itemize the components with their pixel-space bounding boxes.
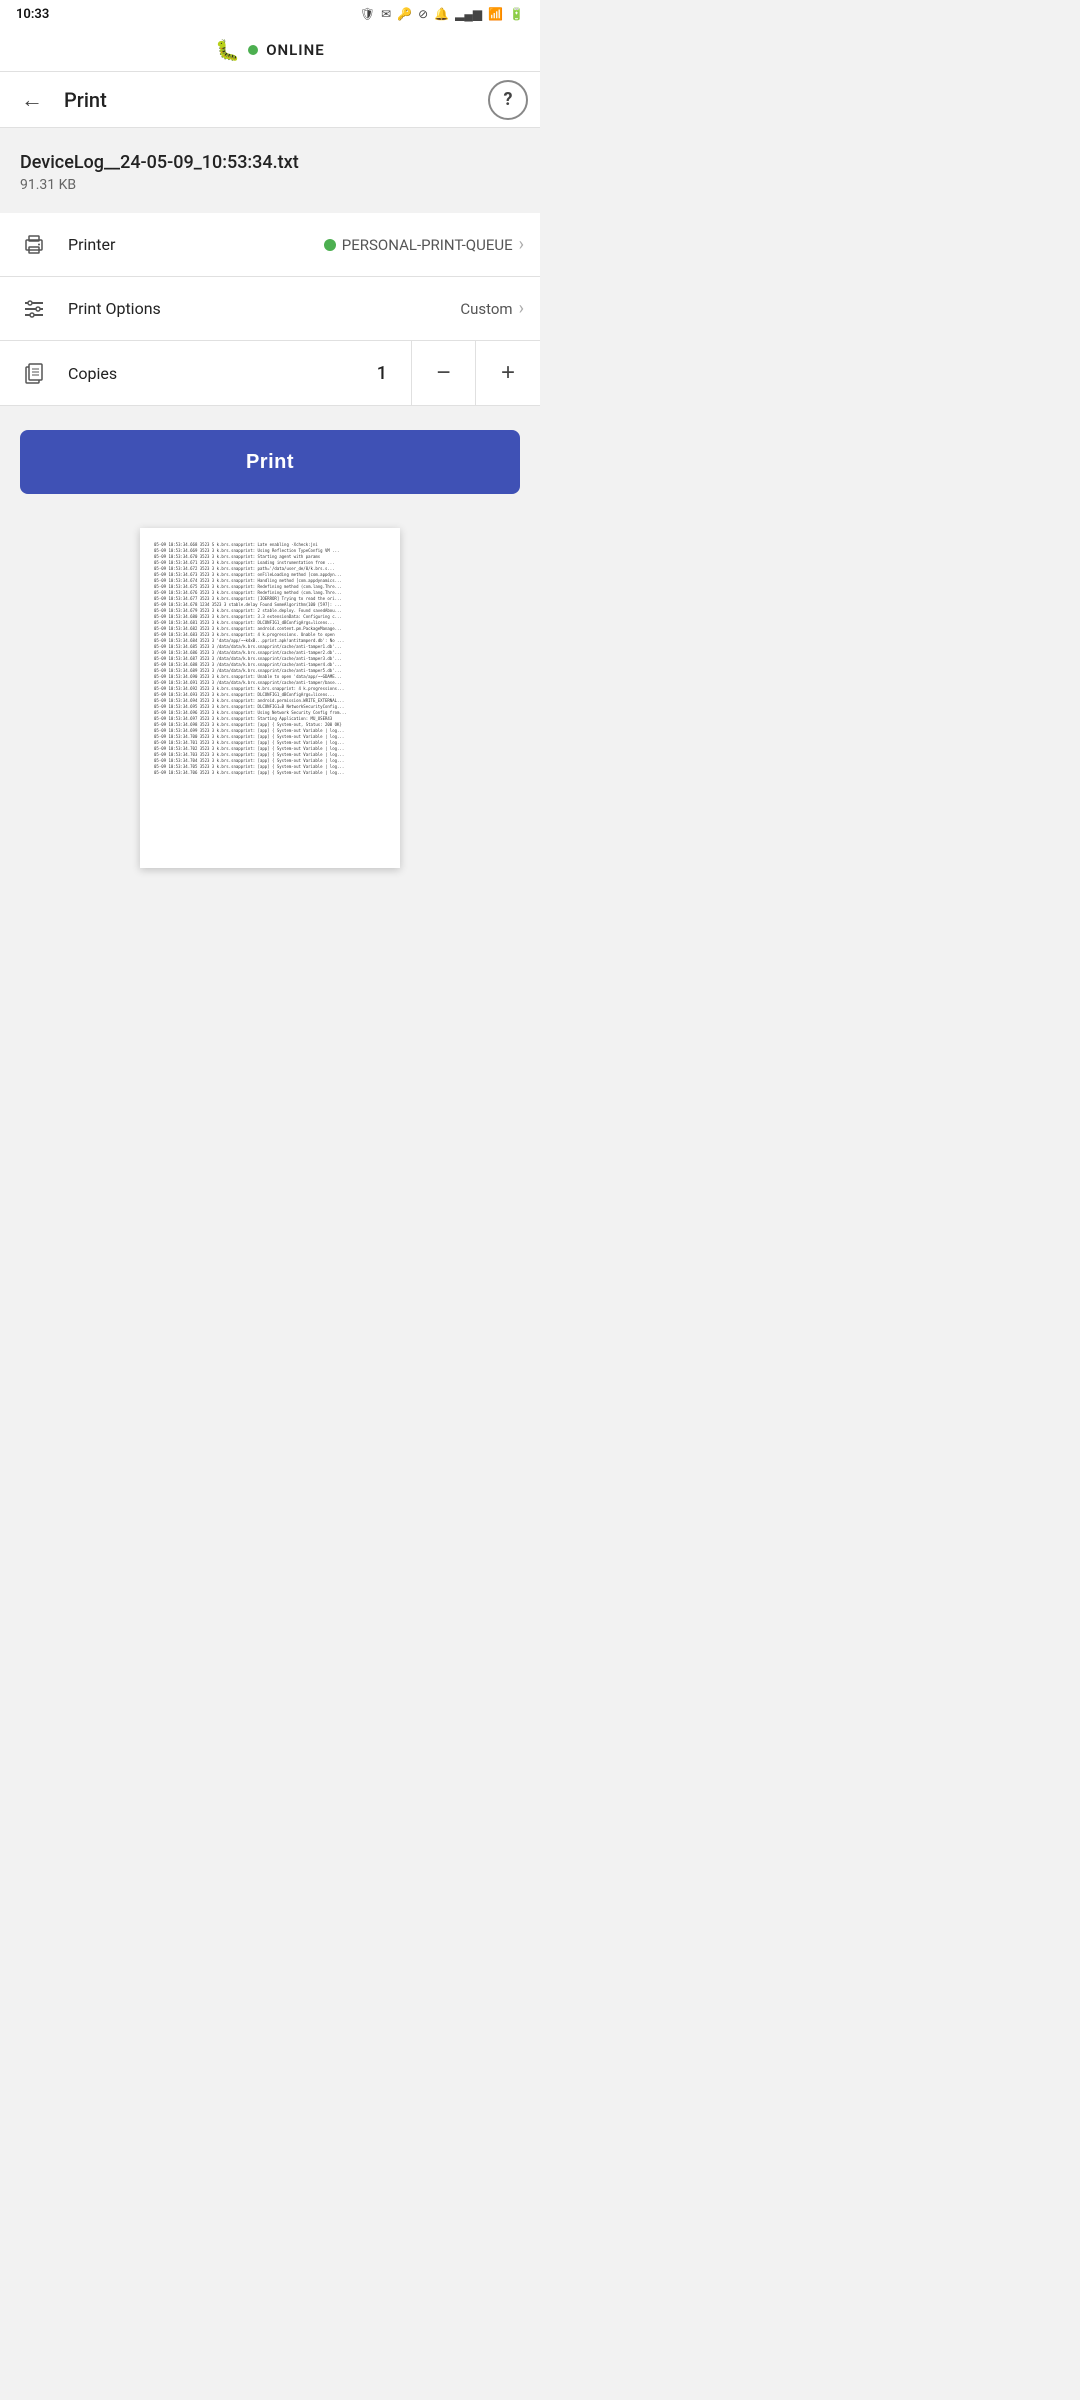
copies-value: 1 (377, 363, 387, 384)
copies-info: Copies 1 (0, 341, 412, 405)
copies-plus-button[interactable]: + (476, 341, 540, 405)
top-banner: 🐛 ONLINE (0, 28, 540, 72)
back-arrow-icon: ← (21, 87, 43, 113)
bug-icon: 🐛 (215, 38, 240, 62)
online-label: ONLINE (266, 41, 324, 59)
preview-page: 05-09 10:53:34.668 3523 S k.brs.snapprin… (140, 528, 400, 868)
wifi-icon: 📶 (488, 7, 503, 21)
app-header: ← Print ? (0, 72, 540, 128)
file-name: DeviceLog__24-05-09_10:53:34.txt (20, 152, 520, 173)
copies-label: Copies (68, 364, 377, 383)
printer-icon (16, 233, 52, 257)
minus-icon: − (436, 359, 450, 387)
dnd-icon: ⊘ (418, 7, 428, 21)
printer-online-dot (324, 239, 336, 251)
status-icons: 🛡 ✉ 🔑 ⊘ 🔔 ▂▄▆ 📶 🔋 (360, 7, 524, 21)
printer-label: Printer (68, 235, 324, 254)
copies-icon (16, 361, 52, 385)
copies-minus-button[interactable]: − (412, 341, 476, 405)
help-button[interactable]: ? (488, 80, 528, 120)
file-size: 91.31 KB (20, 177, 520, 193)
help-icon: ? (504, 89, 513, 110)
notifications-off-icon: 🔔 (434, 7, 449, 21)
online-indicator (248, 45, 258, 55)
status-bar: 10:33 🛡 ✉ 🔑 ⊘ 🔔 ▂▄▆ 📶 🔋 (0, 0, 540, 28)
print-button-wrapper: Print (0, 406, 540, 518)
print-options-current: Custom (460, 300, 512, 318)
page-title: Print (64, 88, 476, 112)
copies-row: Copies 1 − + (0, 341, 540, 406)
preview-section: 05-09 10:53:34.668 3523 S k.brs.snapprin… (0, 518, 540, 888)
plus-icon: + (501, 359, 515, 387)
printer-chevron-icon: › (519, 234, 524, 255)
shield-icon: 🛡 (360, 7, 375, 21)
printer-name: PERSONAL-PRINT-QUEUE (342, 236, 513, 254)
preview-line: 05-09 10:53:34.706 3523 3 k.brs.snapprin… (154, 770, 386, 776)
status-time: 10:33 (16, 7, 49, 22)
mail-icon: ✉ (381, 7, 391, 21)
battery-icon: 🔋 (509, 7, 524, 21)
print-options-label: Print Options (68, 299, 460, 318)
vpn-icon: 🔑 (397, 7, 412, 21)
print-options-value: Custom › (460, 298, 524, 319)
print-options-chevron-icon: › (519, 298, 524, 319)
file-info-section: DeviceLog__24-05-09_10:53:34.txt 91.31 K… (0, 128, 540, 213)
printer-row[interactable]: Printer PERSONAL-PRINT-QUEUE › (0, 213, 540, 277)
copies-controls: − + (412, 341, 540, 405)
signal-icon: ▂▄▆ (455, 7, 482, 21)
back-button[interactable]: ← (12, 80, 52, 120)
print-button[interactable]: Print (20, 430, 520, 494)
print-options-icon (16, 297, 52, 321)
printer-value: PERSONAL-PRINT-QUEUE › (324, 234, 524, 255)
print-options-row[interactable]: Print Options Custom › (0, 277, 540, 341)
